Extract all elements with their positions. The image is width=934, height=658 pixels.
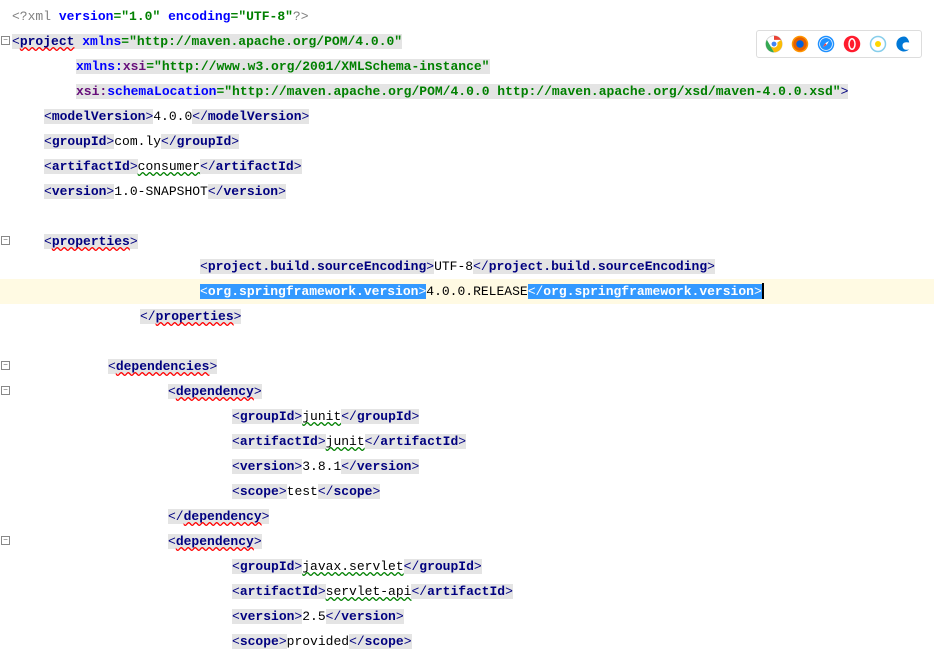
dependency-close: </dependency>	[0, 504, 934, 529]
xml-editor[interactable]: <?xml version="1.0" encoding="UTF-8"?> −…	[0, 0, 934, 658]
blank-line	[0, 329, 934, 354]
safari-icon[interactable]	[817, 35, 835, 53]
dep-artifactId: <artifactId>servlet-api</artifactId>	[0, 579, 934, 604]
dep-version: <version>2.5</version>	[0, 604, 934, 629]
browser-icon[interactable]	[869, 35, 887, 53]
dep-version: <version>3.8.1</version>	[0, 454, 934, 479]
groupId-line: <groupId>com.ly</groupId>	[0, 129, 934, 154]
dependency-open: −<dependency>	[0, 529, 934, 554]
browser-icons-toolbar	[756, 30, 922, 58]
dep-groupId: <groupId>javax.servlet</groupId>	[0, 554, 934, 579]
fold-toggle[interactable]: −	[1, 536, 10, 545]
properties-open: −<properties>	[0, 229, 934, 254]
text-cursor	[762, 283, 764, 299]
project-open-3: xsi:schemaLocation="http://maven.apache.…	[0, 79, 934, 104]
springVersion-line: <org.springframework.version>4.0.0.RELEA…	[0, 279, 934, 304]
firefox-icon[interactable]	[791, 35, 809, 53]
chrome-icon[interactable]	[765, 35, 783, 53]
fold-toggle[interactable]: −	[1, 386, 10, 395]
properties-close: </properties>	[0, 304, 934, 329]
blank-line	[0, 204, 934, 229]
opera-icon[interactable]	[843, 35, 861, 53]
dependency-open: −<dependency>	[0, 379, 934, 404]
sourceEncoding-line: <project.build.sourceEncoding>UTF-8</pro…	[0, 254, 934, 279]
fold-toggle[interactable]: −	[1, 36, 10, 45]
dep-artifactId: <artifactId>junit</artifactId>	[0, 429, 934, 454]
fold-toggle[interactable]: −	[1, 236, 10, 245]
dep-scope: <scope>test</scope>	[0, 479, 934, 504]
artifactId-line: <artifactId>consumer</artifactId>	[0, 154, 934, 179]
xml-declaration: <?xml version="1.0" encoding="UTF-8"?>	[0, 4, 934, 29]
modelVersion-line: <modelVersion>4.0.0</modelVersion>	[0, 104, 934, 129]
fold-toggle[interactable]: −	[1, 361, 10, 370]
dependencies-open: −<dependencies>	[0, 354, 934, 379]
dep-groupId: <groupId>junit</groupId>	[0, 404, 934, 429]
edge-icon[interactable]	[895, 35, 913, 53]
version-line: <version>1.0-SNAPSHOT</version>	[0, 179, 934, 204]
dep-scope: <scope>provided</scope>	[0, 629, 934, 654]
